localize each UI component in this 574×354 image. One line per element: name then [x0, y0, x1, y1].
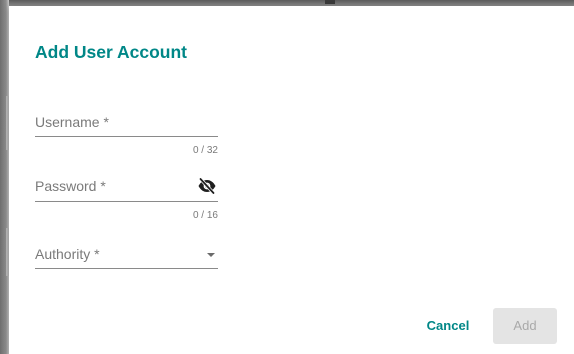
authority-underline	[35, 268, 218, 269]
username-char-counter: 0 / 32	[192, 145, 218, 156]
background-top-mark	[325, 0, 335, 4]
password-label: Password *	[35, 178, 106, 194]
password-char-counter: 0 / 16	[192, 210, 218, 221]
authority-label: Authority *	[35, 246, 100, 262]
screen: Add User Account Username * 0 / 32 Passw…	[0, 0, 574, 354]
username-field[interactable]: Username * 0 / 32	[35, 113, 218, 161]
password-underline	[35, 201, 218, 202]
visibility-off-icon[interactable]	[197, 177, 217, 195]
username-underline	[35, 136, 218, 137]
background-left-edge	[0, 0, 9, 354]
arrow-drop-down-icon	[207, 253, 215, 257]
add-button[interactable]: Add	[493, 308, 557, 344]
username-label: Username *	[35, 114, 109, 130]
password-field[interactable]: Password * 0 / 16	[35, 177, 218, 227]
add-user-dialog: Add User Account Username * 0 / 32 Passw…	[9, 6, 574, 354]
authority-select[interactable]: Authority *	[35, 245, 218, 275]
dialog-title: Add User Account	[35, 42, 188, 62]
cancel-button[interactable]: Cancel	[413, 308, 483, 344]
